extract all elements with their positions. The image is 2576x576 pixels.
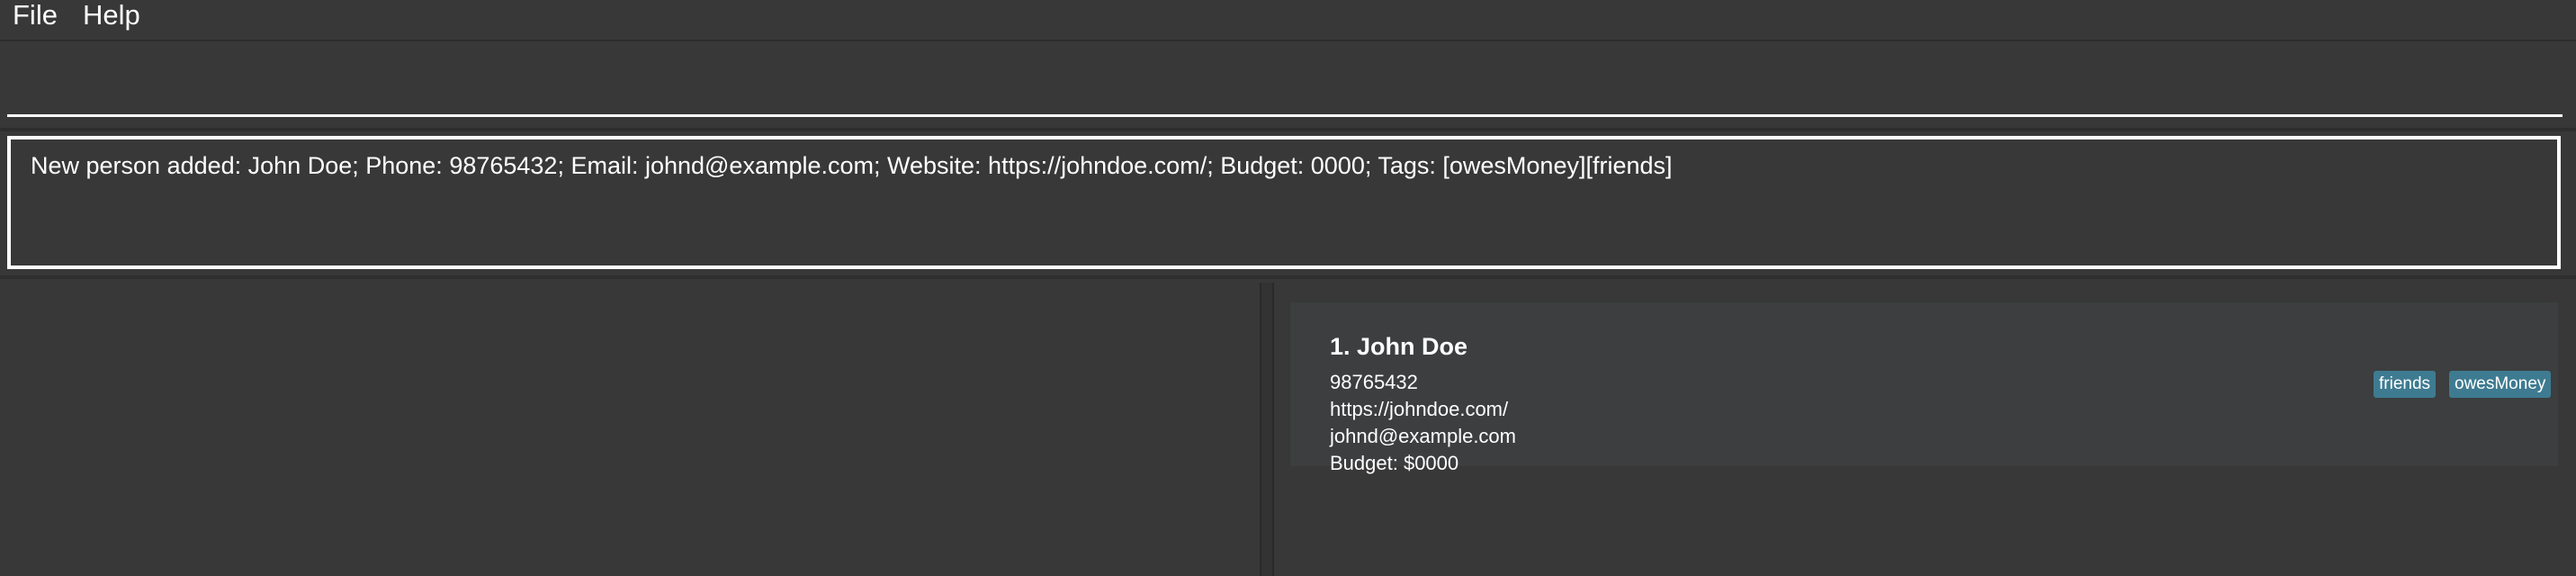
separator	[0, 128, 2576, 131]
separator	[0, 275, 2576, 279]
person-phone: 98765432	[1330, 371, 1418, 393]
menu-help[interactable]: Help	[83, 0, 140, 32]
person-list[interactable]: 1. John Doe 98765432 https://johndoe.com…	[1274, 283, 2576, 576]
tag-owesmoney: owesMoney	[2449, 371, 2552, 398]
tag-friends: friends	[2374, 371, 2437, 398]
command-input[interactable]	[7, 54, 2563, 117]
menu-bar: File Help	[0, 0, 2576, 41]
person-budget: Budget: $0000	[1330, 452, 1459, 474]
person-website: https://johndoe.com/	[1330, 398, 1509, 420]
result-display: New person added: John Doe; Phone: 98765…	[7, 136, 2561, 269]
person-email: johnd@example.com	[1330, 425, 1516, 447]
command-box	[0, 41, 2576, 128]
split-pane-divider[interactable]	[1260, 283, 1274, 576]
left-panel	[0, 283, 1260, 576]
menu-file[interactable]: File	[13, 0, 58, 32]
person-card[interactable]: 1. John Doe 98765432 https://johndoe.com…	[1290, 302, 2558, 474]
person-name: 1. John Doe	[1330, 333, 1468, 360]
